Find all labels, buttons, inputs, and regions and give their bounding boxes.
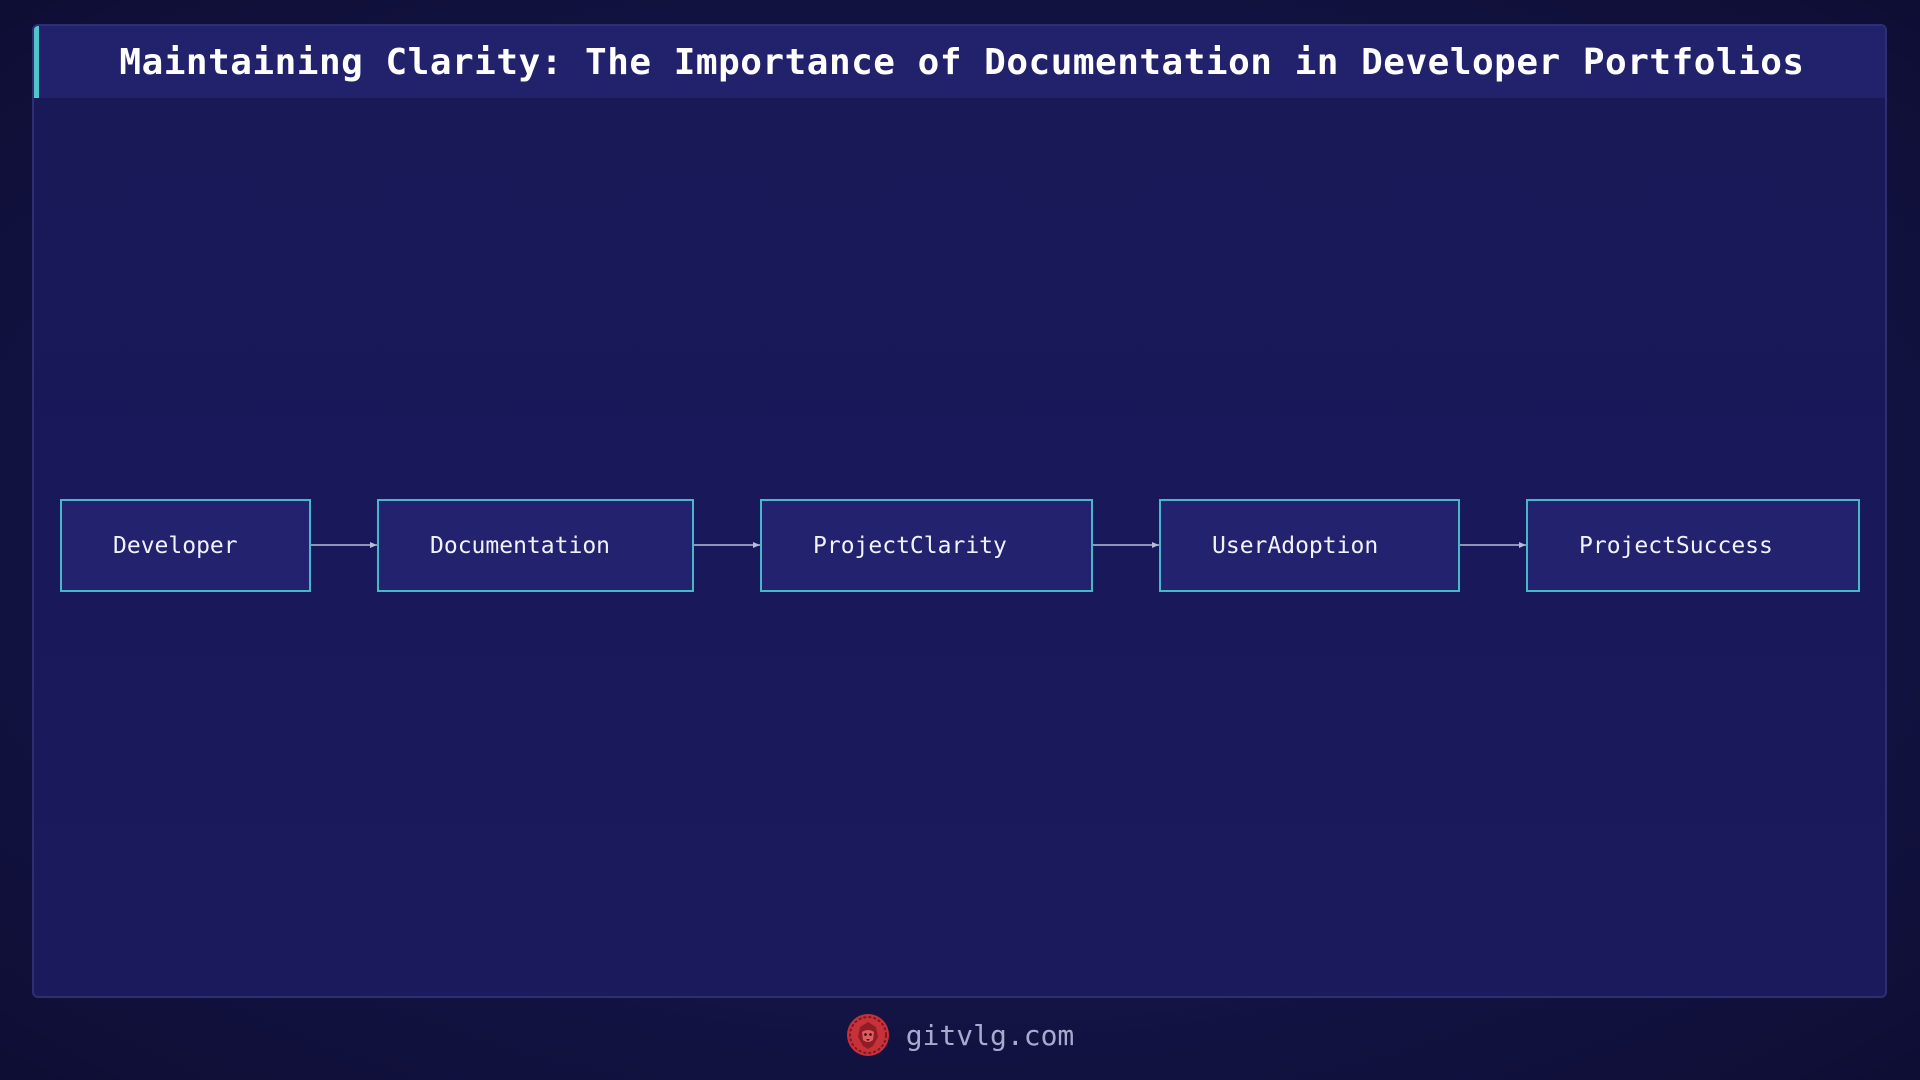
node-documentation: Documentation <box>377 499 694 592</box>
node-label: Documentation <box>430 532 611 559</box>
title-bar: Maintaining Clarity: The Importance of D… <box>34 26 1885 98</box>
footer: gitvlg.com <box>0 1010 1920 1060</box>
lion-icon <box>846 1014 889 1056</box>
node-developer: Developer <box>60 499 311 592</box>
node-projectclarity: ProjectClarity <box>760 499 1093 592</box>
node-label: ProjectClarity <box>813 532 1007 559</box>
node-label: Developer <box>113 532 238 559</box>
node-label: UserAdoption <box>1212 532 1379 559</box>
node-projectsuccess: ProjectSuccess <box>1526 499 1860 592</box>
node-useradoption: UserAdoption <box>1159 499 1460 592</box>
site-url[interactable]: gitvlg.com <box>906 1019 1075 1052</box>
node-label: ProjectSuccess <box>1579 532 1773 559</box>
diagram-title: Maintaining Clarity: The Importance of D… <box>119 41 1805 83</box>
